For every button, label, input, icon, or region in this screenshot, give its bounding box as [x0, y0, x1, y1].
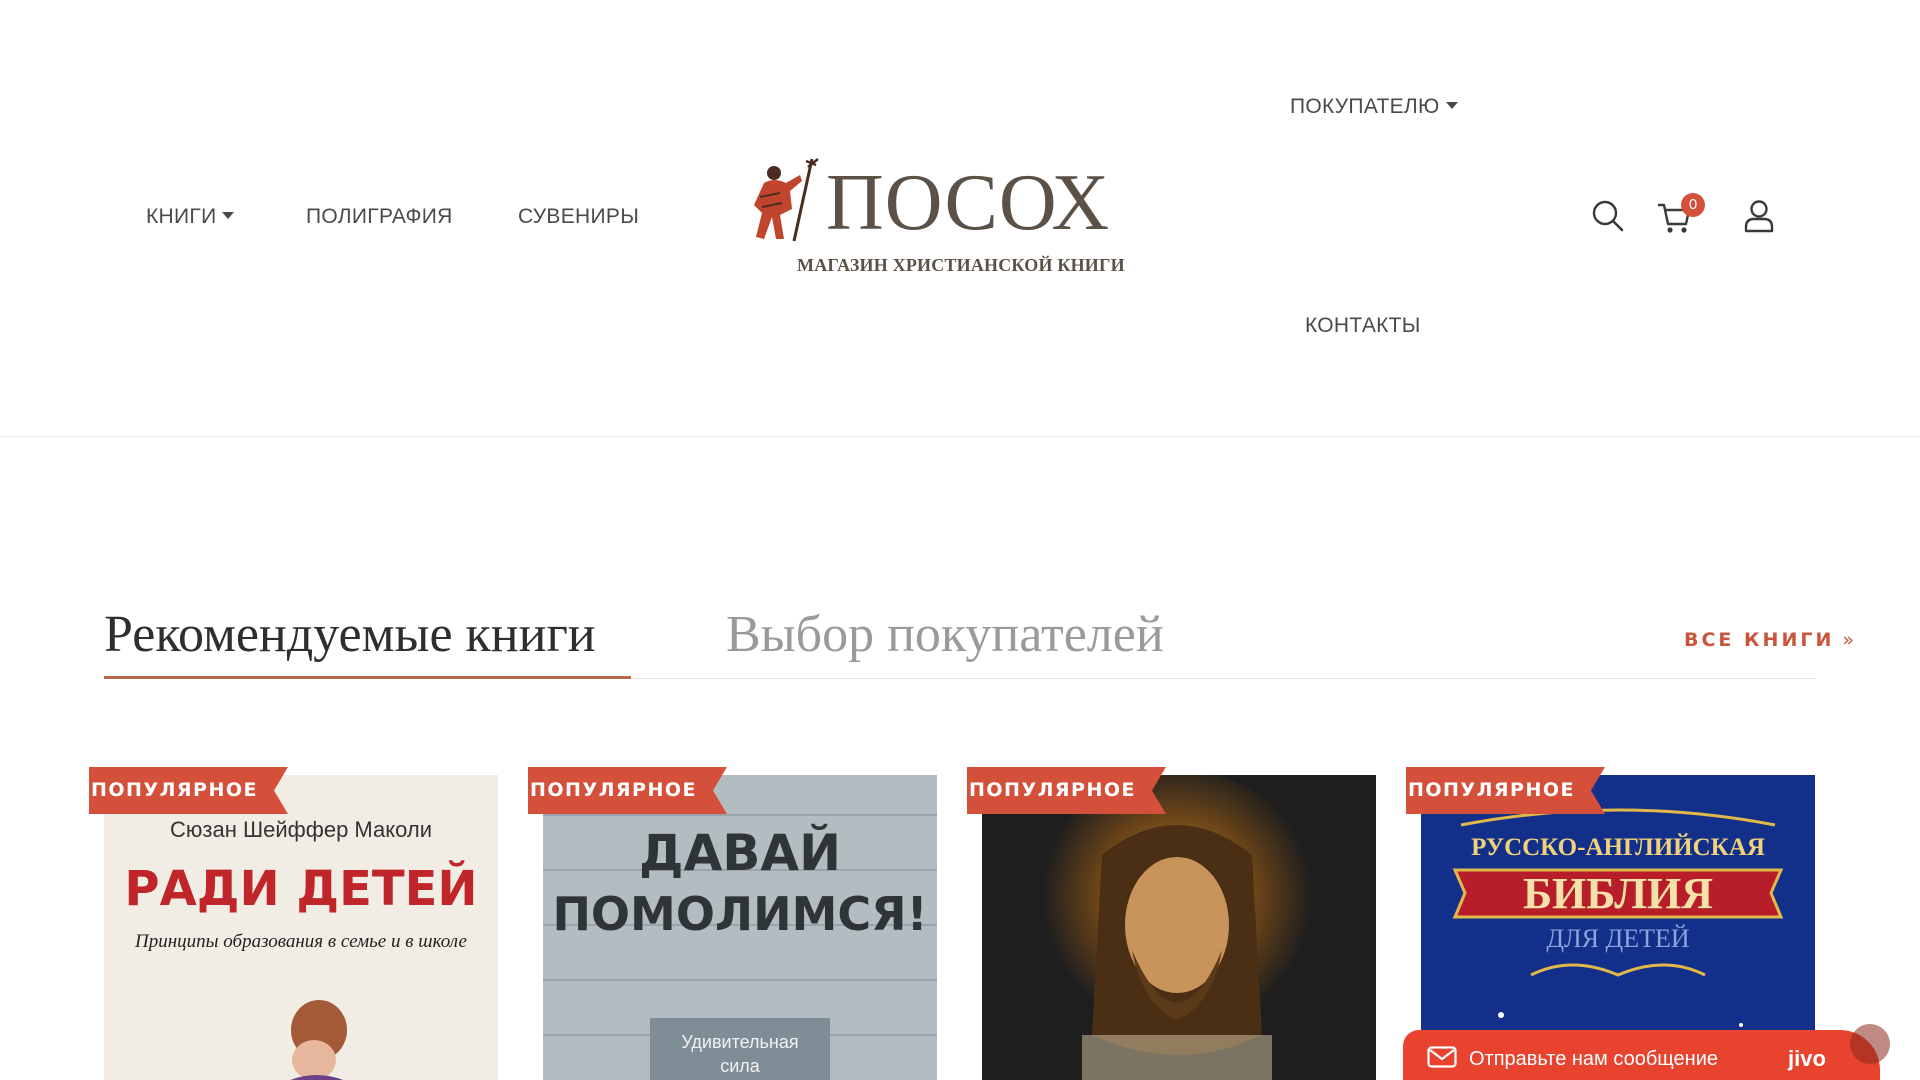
tab-recommended[interactable]: Рекомендуемые книги [104, 605, 596, 665]
cover-title-line-1: ДАВАЙ [639, 823, 841, 882]
nav-souvenirs[interactable]: СУВЕНИРЫ [518, 205, 639, 229]
chevron-down-icon [222, 211, 235, 219]
logo-title: ПОСОХ [826, 159, 1111, 247]
mail-icon [1427, 1046, 1457, 1068]
book-cover-image [982, 775, 1376, 1080]
popular-badge: ПОПУЛЯРНОЕ [528, 767, 727, 814]
active-tab-underline [104, 676, 631, 679]
chat-widget-text: Отправьте нам сообщение [1469, 1048, 1718, 1070]
nav-souvenirs-label: СУВЕНИРЫ [518, 205, 640, 228]
cover-title: БИБЛИЯ [1523, 869, 1713, 918]
popular-badge: ПОПУЛЯРНОЕ [1406, 767, 1605, 814]
logo-subtitle: МАГАЗИН ХРИСТИАНСКОЙ КНИГИ [797, 255, 1125, 275]
nav-polygraphy[interactable]: ПОЛИГРАФИЯ [306, 205, 453, 229]
book-cover-image: Сюзан Шейффер Маколи РАДИ ДЕТЕЙ Принципы… [104, 775, 498, 1080]
search-icon[interactable] [1590, 198, 1626, 234]
tab-buyers-choice[interactable]: Выбор покупателей [726, 605, 1164, 665]
product-card[interactable]: ДАВАЙ ПОМОЛИМСЯ! Удивительная сила [543, 775, 937, 1080]
product-card[interactable] [982, 775, 1376, 1080]
nav-for-buyers[interactable]: ПОКУПАТЕЛЮ [1290, 95, 1458, 119]
cover-caption-1: Удивительная [681, 1032, 798, 1052]
chat-widget-button[interactable]: Отправьте нам сообщение jivo [1403, 1024, 1890, 1080]
cover-subtitle: Принципы образования в семье и в школе [134, 931, 467, 952]
double-chevron-right-icon: » [1842, 629, 1853, 651]
popular-badge: ПОПУЛЯРНОЕ [89, 767, 288, 814]
cart-count-badge: 0 [1681, 193, 1705, 217]
nav-books-label: КНИГИ [146, 205, 217, 228]
nav-for-buyers-label: ПОКУПАТЕЛЮ [1290, 95, 1440, 118]
cover-title: РАДИ ДЕТЕЙ [124, 860, 477, 917]
product-card[interactable]: Сюзан Шейффер Маколи РАДИ ДЕТЕЙ Принципы… [104, 775, 498, 1080]
nav-polygraphy-label: ПОЛИГРАФИЯ [306, 205, 453, 228]
cover-subtitle: ДЛЯ ДЕТЕЙ [1546, 924, 1690, 953]
cover-author: Сюзан Шейффер Маколи [170, 817, 432, 842]
all-books-label: ВСЕ КНИГИ [1684, 629, 1835, 651]
cover-caption-2: сила [720, 1056, 761, 1076]
chat-corner-decoration [1850, 1024, 1890, 1064]
site-header: КНИГИ ПОЛИГРАФИЯ СУВЕНИРЫ ПОСОХ МАГАЗИН … [0, 0, 1920, 437]
chevron-down-icon [1445, 101, 1458, 109]
site-logo[interactable]: ПОСОХ МАГАЗИН ХРИСТИАНСКОЙ КНИГИ [750, 155, 1130, 285]
logo-figure-icon [754, 158, 819, 242]
book-cover-image: ДАВАЙ ПОМОЛИМСЯ! Удивительная сила [543, 775, 937, 1080]
chat-brand-logo: jivo [1788, 1046, 1826, 1071]
cover-title-line-2: ПОМОЛИМСЯ! [552, 887, 927, 941]
user-icon[interactable] [1741, 198, 1777, 234]
popular-badge: ПОПУЛЯРНОЕ [967, 767, 1166, 814]
cover-title-top: РУССКО-АНГЛИЙСКАЯ [1471, 833, 1765, 861]
nav-books[interactable]: КНИГИ [146, 205, 235, 229]
nav-contacts-label: КОНТАКТЫ [1305, 314, 1421, 337]
nav-contacts[interactable]: КОНТАКТЫ [1305, 314, 1421, 338]
all-books-link[interactable]: ВСЕ КНИГИ » [1684, 629, 1854, 651]
